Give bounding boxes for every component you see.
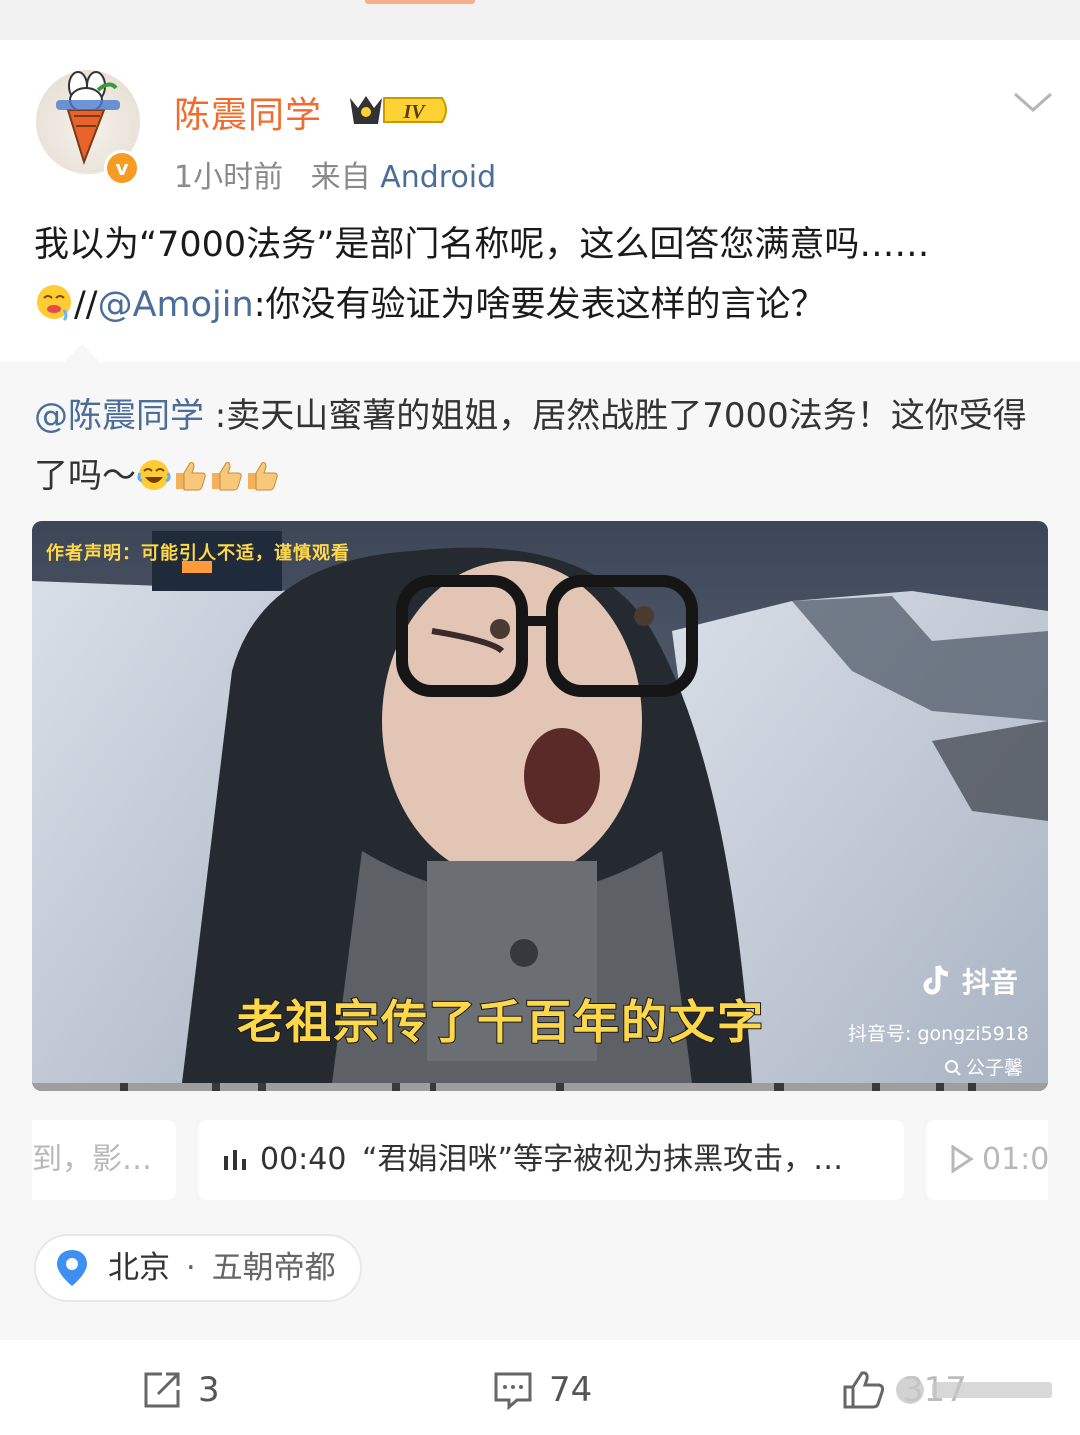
video-disclaimer: 作者声明：可能引人不适，谨慎观看 bbox=[46, 543, 350, 564]
audio-bars-icon bbox=[224, 1150, 246, 1170]
repost-notch bbox=[62, 344, 102, 364]
chapter-segment bbox=[564, 1083, 774, 1091]
comment-count: 74 bbox=[549, 1370, 593, 1410]
douyin-id: 抖音号: gongzi5918 bbox=[848, 1023, 1029, 1045]
chapter-segment bbox=[436, 1083, 556, 1091]
weibo-watermark bbox=[890, 1368, 1060, 1412]
chapter-list[interactable]: 到，影… 00:40 “君娟泪咪”等字被视为抹黑攻击，… 01:0 bbox=[32, 1105, 1048, 1205]
chapter-item[interactable]: 01:0 bbox=[926, 1120, 1048, 1200]
chapter-segment bbox=[784, 1083, 872, 1091]
post-source[interactable]: Android bbox=[380, 160, 496, 195]
post-time: 1小时前 bbox=[174, 160, 284, 195]
vip-crown-icon[interactable]: IV bbox=[346, 90, 450, 130]
video-player[interactable]: 作者声明：可能引人不适，谨慎观看 老祖宗传了千百年的文字 抖音 抖音号: gon… bbox=[32, 521, 1048, 1091]
repost-author-link[interactable]: @陈震同学 bbox=[34, 396, 204, 436]
comment-button[interactable]: 74 bbox=[493, 1370, 623, 1410]
post-text-line2: //@Amojin:你没有验证为啥要发表这样的言论？ bbox=[34, 275, 1054, 335]
location-city: 北京 bbox=[108, 1250, 170, 1286]
location-name: 五朝帝都 bbox=[211, 1250, 336, 1286]
post-text: 我以为“7000法务”是部门名称呢，这么回答您满意吗…… //@Amojin:你… bbox=[34, 215, 1054, 335]
chapter-segment bbox=[128, 1083, 212, 1091]
chapter-time: 01:0 bbox=[982, 1142, 1048, 1177]
douyin-label: 抖音 bbox=[962, 966, 1019, 999]
repost-text: @陈震同学 :卖天山蜜薯的姐姐，居然战胜了7000法务！这你受得了吗～ bbox=[34, 386, 1054, 506]
source-prefix: 来自 bbox=[310, 160, 371, 195]
chapter-segment bbox=[880, 1083, 936, 1091]
location-pin-icon bbox=[57, 1250, 87, 1286]
tab-indicator bbox=[365, 0, 475, 4]
location-tag[interactable]: 北京 · 五朝帝都 bbox=[34, 1234, 362, 1302]
repost-icon bbox=[144, 1372, 180, 1408]
chapter-segment bbox=[976, 1083, 1048, 1091]
chapter-segment bbox=[220, 1083, 258, 1091]
comment-icon bbox=[494, 1372, 532, 1410]
chevron-down-icon[interactable] bbox=[1012, 88, 1054, 118]
location-separator: · bbox=[185, 1250, 196, 1286]
mention-link[interactable]: @Amojin bbox=[98, 285, 254, 325]
chapter-item[interactable]: 00:40 “君娟泪咪”等字被视为抹黑攻击，… bbox=[198, 1120, 904, 1200]
thumbs-up-emoji-icon bbox=[248, 462, 278, 491]
top-strip bbox=[0, 0, 1080, 40]
vip-level-text: IV bbox=[402, 101, 426, 123]
thumbs-up-emoji-icon bbox=[212, 462, 242, 491]
chapter-label: “君娟泪咪”等字被视为抹黑攻击，… bbox=[362, 1142, 844, 1177]
chapter-label: 到，影… bbox=[32, 1142, 152, 1177]
post-text-line1: 我以为“7000法务”是部门名称呢，这么回答您满意吗…… bbox=[34, 225, 930, 265]
repost-button[interactable]: 3 bbox=[142, 1370, 262, 1410]
like-icon bbox=[843, 1371, 885, 1409]
chapter-segment bbox=[32, 1083, 120, 1091]
chapter-segment bbox=[944, 1083, 968, 1091]
douyin-search: 公子馨 bbox=[944, 1053, 1023, 1080]
search-icon bbox=[945, 1060, 961, 1076]
emoji-laugh-cry-icon bbox=[137, 460, 171, 490]
verified-icon: v bbox=[104, 150, 140, 186]
post-text-rest: :你没有验证为啥要发表这样的言论？ bbox=[253, 285, 826, 325]
chapter-segment bbox=[266, 1083, 392, 1091]
thumbs-up-emoji-icon bbox=[176, 462, 206, 491]
post-meta: 1小时前 来自 Android bbox=[174, 152, 496, 196]
author-name[interactable]: 陈震同学 bbox=[174, 86, 322, 138]
chapter-progress[interactable] bbox=[32, 1083, 1048, 1091]
repost-count: 3 bbox=[198, 1370, 220, 1410]
douyin-icon bbox=[923, 965, 949, 995]
douyin-search-term: 公子馨 bbox=[966, 1057, 1024, 1079]
chapter-segment bbox=[400, 1083, 430, 1091]
repost-separator: // bbox=[74, 285, 98, 325]
chapter-item[interactable]: 到，影… bbox=[32, 1120, 176, 1200]
douyin-watermark: 抖音 bbox=[920, 961, 1018, 1001]
chapter-time: 00:40 bbox=[260, 1142, 347, 1177]
video-subtitle: 老祖宗传了千百年的文字 bbox=[236, 994, 765, 1050]
play-icon bbox=[951, 1144, 974, 1174]
emoji-drooling-icon bbox=[37, 285, 71, 322]
